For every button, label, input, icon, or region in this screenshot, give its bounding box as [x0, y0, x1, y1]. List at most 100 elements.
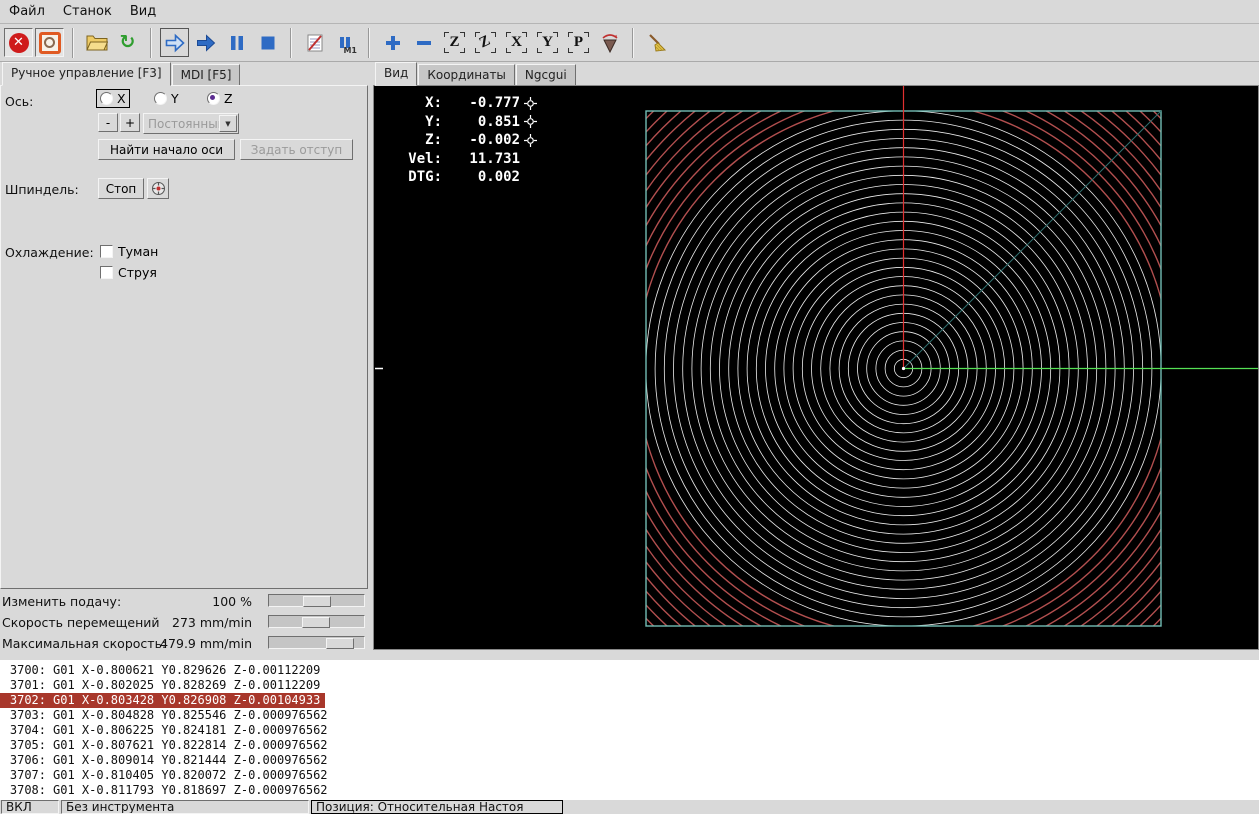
linuxcnc-axis-window: Файл Станок Вид ✕ ↻	[0, 0, 1259, 814]
gcode-line-number: 3707:	[0, 768, 46, 783]
feed-override-row: Изменить подачу: 100 %	[0, 593, 372, 609]
menu-file[interactable]: Файл	[0, 1, 54, 22]
gcode-line[interactable]: 3702: G01 X-0.803428 Y0.826908 Z-0.001049…	[0, 693, 325, 708]
feed-override-slider[interactable]	[268, 594, 365, 607]
tab-dro[interactable]: Координаты	[418, 64, 515, 86]
gcode-line-number: 3708:	[0, 783, 46, 798]
max-velocity-slider[interactable]	[268, 636, 365, 649]
mist-checkbox[interactable]: Туман	[100, 244, 158, 259]
tab-manual-control[interactable]: Ручное управление [F3]	[2, 62, 171, 86]
tab-preview[interactable]: Вид	[375, 62, 417, 86]
jog-speed-slider[interactable]	[268, 615, 365, 628]
plot-center-dot	[902, 367, 905, 370]
slider-handle[interactable]	[326, 638, 354, 649]
zoom-in-icon	[385, 35, 401, 51]
toolpath-rings	[545, 86, 1258, 649]
gcode-line-text: G01 X-0.810405 Y0.820072 Z-0.000976562	[53, 768, 328, 783]
gcode-line-text: G01 X-0.807621 Y0.822814 Z-0.000976562	[53, 738, 328, 753]
gcode-line-text: G01 X-0.809014 Y0.821444 Z-0.000976562	[53, 753, 328, 768]
control-panel: Ручное управление [F3] MDI [F5] Ось: X Y…	[0, 62, 372, 660]
jog-plus-button[interactable]: +	[120, 113, 140, 132]
run-from-line-button[interactable]	[191, 28, 220, 57]
rotate-view-button[interactable]	[595, 28, 624, 57]
gcode-listing[interactable]: 3700: G01 X-0.800621 Y0.829626 Z-0.001122…	[0, 660, 1259, 800]
chevron-down-icon[interactable]: ▼	[219, 115, 237, 132]
gcode-line-number: 3700:	[0, 663, 46, 678]
toolbar-separator	[368, 28, 370, 58]
gcode-line[interactable]: 3706:G01 X-0.809014 Y0.821444 Z-0.000976…	[0, 753, 333, 768]
toggle-skip-lines-button[interactable]	[300, 28, 329, 57]
spindle-brake-button[interactable]	[147, 178, 169, 199]
open-file-button[interactable]	[82, 28, 111, 57]
dro-row-dtg: DTG: 0.002	[394, 168, 537, 187]
slider-handle[interactable]	[303, 596, 331, 607]
clear-plot-button[interactable]	[642, 28, 671, 57]
reload-file-button[interactable]: ↻	[113, 28, 142, 57]
gcode-line-number: 3703:	[0, 708, 46, 723]
diagonal-path-line	[904, 111, 1162, 369]
step-icon	[194, 31, 218, 55]
toolbar-separator	[290, 28, 292, 58]
gcode-line[interactable]: 3704:G01 X-0.806225 Y0.824181 Z-0.000976…	[0, 723, 333, 738]
machine-power-button[interactable]	[35, 28, 64, 57]
touch-off-button[interactable]: Задать отступ	[240, 139, 353, 160]
run-program-button[interactable]	[160, 28, 189, 57]
gcode-line-number: 3702:	[0, 693, 46, 708]
view-front-button[interactable]: X	[502, 28, 531, 57]
stop-icon	[259, 34, 277, 52]
toolpath-preview[interactable]: X: -0.777 Y: 0.851 Z: -0.002 Vel: 11.731	[373, 85, 1259, 650]
menu-view[interactable]: Вид	[121, 1, 165, 22]
homed-icon	[524, 115, 537, 128]
view-rotated-top-button[interactable]: Z	[471, 28, 500, 57]
axis-radio-y[interactable]: Y	[151, 90, 182, 107]
spindle-brake-icon	[151, 181, 166, 196]
pause-button[interactable]	[222, 28, 251, 57]
gcode-line-number: 3704:	[0, 723, 46, 738]
optional-pause-button[interactable]: M1	[331, 28, 360, 57]
flood-checkbox[interactable]: Струя	[100, 265, 157, 280]
gcode-line[interactable]: 3700: G01 X-0.800621 Y0.829626 Z-0.001122…	[0, 663, 325, 678]
checkbox-label: Туман	[118, 244, 158, 259]
view-side-button[interactable]: Y	[533, 28, 562, 57]
checkbox-icon	[100, 245, 113, 258]
view-top-button[interactable]: Z	[440, 28, 469, 57]
spindle-label: Шпиндель:	[5, 182, 79, 197]
dro-value: 0.851	[442, 113, 520, 132]
tab-mdi[interactable]: MDI [F5]	[172, 64, 241, 86]
menu-machine[interactable]: Станок	[54, 1, 121, 22]
gcode-line[interactable]: 3705:G01 X-0.807621 Y0.822814 Z-0.000976…	[0, 738, 333, 753]
gcode-line[interactable]: 3708:G01 X-0.811793 Y0.818697 Z-0.000976…	[0, 783, 333, 798]
jog-minus-button[interactable]: -	[98, 113, 118, 132]
view-letter: Z	[449, 34, 459, 51]
max-velocity-row: Максимальная скорость: 479.9 mm/min	[0, 635, 372, 651]
dro-label: Vel:	[394, 150, 442, 169]
gcode-line[interactable]: 3707: G01 X-0.810405 Y0.820072 Z-0.000976…	[0, 768, 333, 783]
gcode-line-number: 3701:	[0, 678, 46, 693]
radio-icon	[100, 92, 113, 105]
zoom-out-button[interactable]	[409, 28, 438, 57]
estop-button[interactable]: ✕	[4, 28, 33, 57]
tab-ngcgui[interactable]: Ngcgui	[516, 64, 576, 86]
axis-radio-x[interactable]: X	[97, 90, 129, 107]
gcode-line-text: G01 X-0.803428 Y0.826908 Z-0.00104933	[53, 693, 320, 708]
run-icon	[163, 31, 187, 55]
optional-pause-label: M1	[343, 46, 357, 55]
gcode-line-text: G01 X-0.802025 Y0.828269 Z-0.00112209	[53, 678, 320, 693]
view-letter: Y	[542, 34, 553, 51]
max-velocity-label: Максимальная скорость:	[2, 636, 166, 651]
stop-button[interactable]	[253, 28, 282, 57]
jog-increment-value: Постоянный	[144, 117, 219, 131]
axis-radio-z[interactable]: Z	[204, 90, 236, 107]
view-perspective-button[interactable]: P	[564, 28, 593, 57]
home-axis-button[interactable]: Найти начало оси	[98, 139, 235, 160]
gcode-line[interactable]: 3701: G01 X-0.802025 Y0.828269 Z-0.001122…	[0, 678, 325, 693]
zoom-in-button[interactable]	[378, 28, 407, 57]
homed-icon	[524, 134, 537, 147]
jog-increment-select[interactable]: Постоянный ▼	[143, 113, 239, 134]
feed-override-label: Изменить подачу:	[2, 594, 121, 609]
spindle-stop-button[interactable]: Стоп	[98, 178, 144, 199]
gcode-line-text: G01 X-0.800621 Y0.829626 Z-0.00112209	[53, 663, 320, 678]
dro-readout: X: -0.777 Y: 0.851 Z: -0.002 Vel: 11.731	[394, 94, 537, 187]
gcode-line[interactable]: 3703:G01 X-0.804828 Y0.825546 Z-0.000976…	[0, 708, 333, 723]
slider-handle[interactable]	[302, 617, 330, 628]
